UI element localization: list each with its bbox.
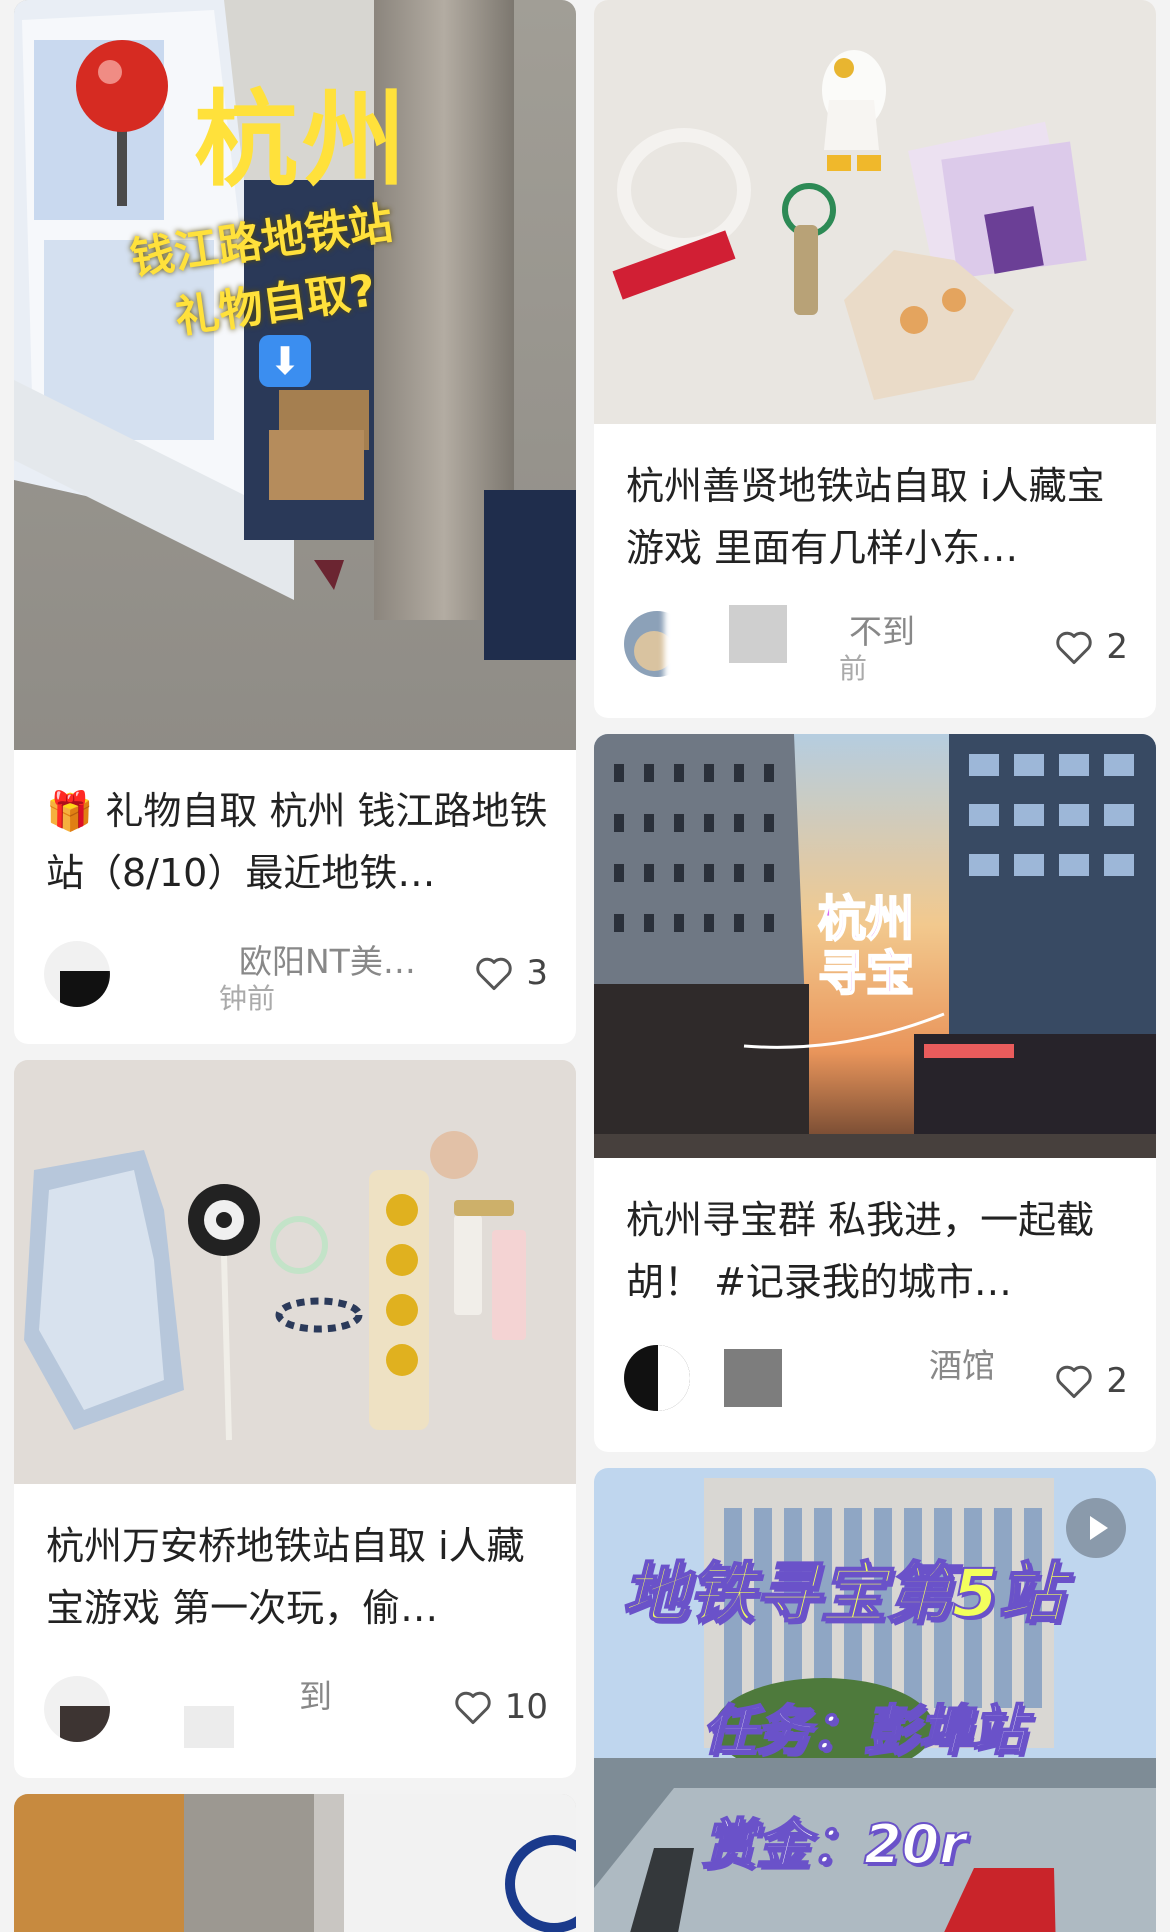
card-title[interactable]: 杭州善贤地铁站自取 i人藏宝游戏 里面有几样小东… — [626, 455, 1128, 579]
feed-card-1[interactable]: 杭州 钱江路地铁站 礼物自取? ⬇ 🎁 礼物自取 杭州 钱江路地铁站（8/10）… — [14, 0, 576, 1044]
like-button[interactable]: 2 — [1054, 622, 1128, 672]
privacy-blur — [724, 1349, 782, 1407]
avatar[interactable] — [44, 941, 110, 1007]
feed-card-5[interactable]: 地铁寻宝第5站 任务：彭埠站 赏金：20r — [594, 1468, 1156, 1932]
author-info[interactable]: 不到 前 — [624, 605, 984, 685]
privacy-blur — [729, 605, 787, 663]
card-cover-image[interactable] — [14, 1794, 576, 1932]
author-info[interactable]: 到 — [44, 1670, 404, 1750]
cover-reward: 赏金：20r — [701, 1812, 967, 1877]
card-title[interactable]: 杭州寻宝群 私我进，一起截胡！ #记录我的城市… — [626, 1189, 1128, 1313]
author-name[interactable]: 酒馆 — [929, 1339, 995, 1387]
post-time: 钟前 — [219, 982, 276, 1015]
card-cover-image[interactable] — [594, 0, 1156, 424]
heart-outline-icon — [1056, 631, 1093, 665]
gift-items-photo — [14, 1060, 576, 1484]
heart-outline-icon — [1056, 1365, 1093, 1399]
heart-outline-icon — [476, 957, 513, 991]
cover-title-station-number: 地铁寻宝第5站 — [621, 1554, 1065, 1633]
author-name[interactable]: 到 — [299, 1670, 332, 1718]
post-time: 前 — [839, 652, 868, 685]
card-cover-image[interactable]: 杭州 钱江路地铁站 礼物自取? ⬇ — [14, 0, 576, 750]
cover-mission: 任务：彭埠站 — [701, 1698, 1027, 1763]
privacy-blur — [184, 1706, 234, 1748]
arrow-down-icon: ⬇ — [259, 335, 311, 387]
author-info[interactable]: 酒馆 — [624, 1339, 995, 1419]
avatar[interactable] — [44, 1676, 110, 1742]
like-count: 3 — [526, 953, 548, 993]
map-pin-icon — [72, 36, 172, 206]
author-name[interactable]: 欧阳NT美… — [239, 935, 416, 983]
privacy-blur — [664, 605, 724, 685]
feed-card-partial[interactable] — [14, 1794, 576, 1932]
feed-card-2[interactable]: 杭州万安桥地铁站自取 i人藏宝游戏 第一次玩，偷… 到 10 — [14, 1060, 576, 1778]
like-button[interactable]: 10 — [453, 1682, 548, 1732]
avatar[interactable] — [624, 1345, 690, 1411]
gift-items-photo — [594, 0, 1156, 424]
card-cover-image[interactable]: 杭州 寻宝 — [594, 734, 1156, 1158]
cover-title-city: 杭州 — [194, 79, 411, 201]
play-icon[interactable] — [1066, 1498, 1126, 1558]
feed-card-3[interactable]: 杭州善贤地铁站自取 i人藏宝游戏 里面有几样小东… 不到 前 2 — [594, 0, 1156, 718]
like-count: 10 — [504, 1687, 548, 1727]
card-cover-image[interactable] — [14, 1060, 576, 1484]
author-name[interactable]: 不到 — [849, 605, 915, 653]
card-cover-image[interactable]: 地铁寻宝第5站 任务：彭埠站 赏金：20r — [594, 1468, 1156, 1932]
card-title[interactable]: 🎁 礼物自取 杭州 钱江路地铁站（8/10）最近地铁… — [46, 780, 548, 904]
like-count: 2 — [1106, 627, 1128, 667]
like-button[interactable]: 2 — [1054, 1356, 1128, 1406]
author-info[interactable]: 欧阳NT美… 钟前 — [44, 935, 416, 1015]
like-button[interactable]: 3 — [474, 948, 548, 998]
cover-title-treasure: 寻宝 — [817, 945, 915, 1003]
like-count: 2 — [1106, 1361, 1128, 1401]
feed-card-4[interactable]: 杭州 寻宝 杭州寻宝群 私我进，一起截胡！ #记录我的城市… 酒馆 2 — [594, 734, 1156, 1452]
privacy-blur — [114, 935, 204, 1015]
heart-outline-icon — [455, 1691, 491, 1725]
card-title[interactable]: 杭州万安桥地铁站自取 i人藏宝游戏 第一次玩，偷… — [46, 1515, 548, 1639]
